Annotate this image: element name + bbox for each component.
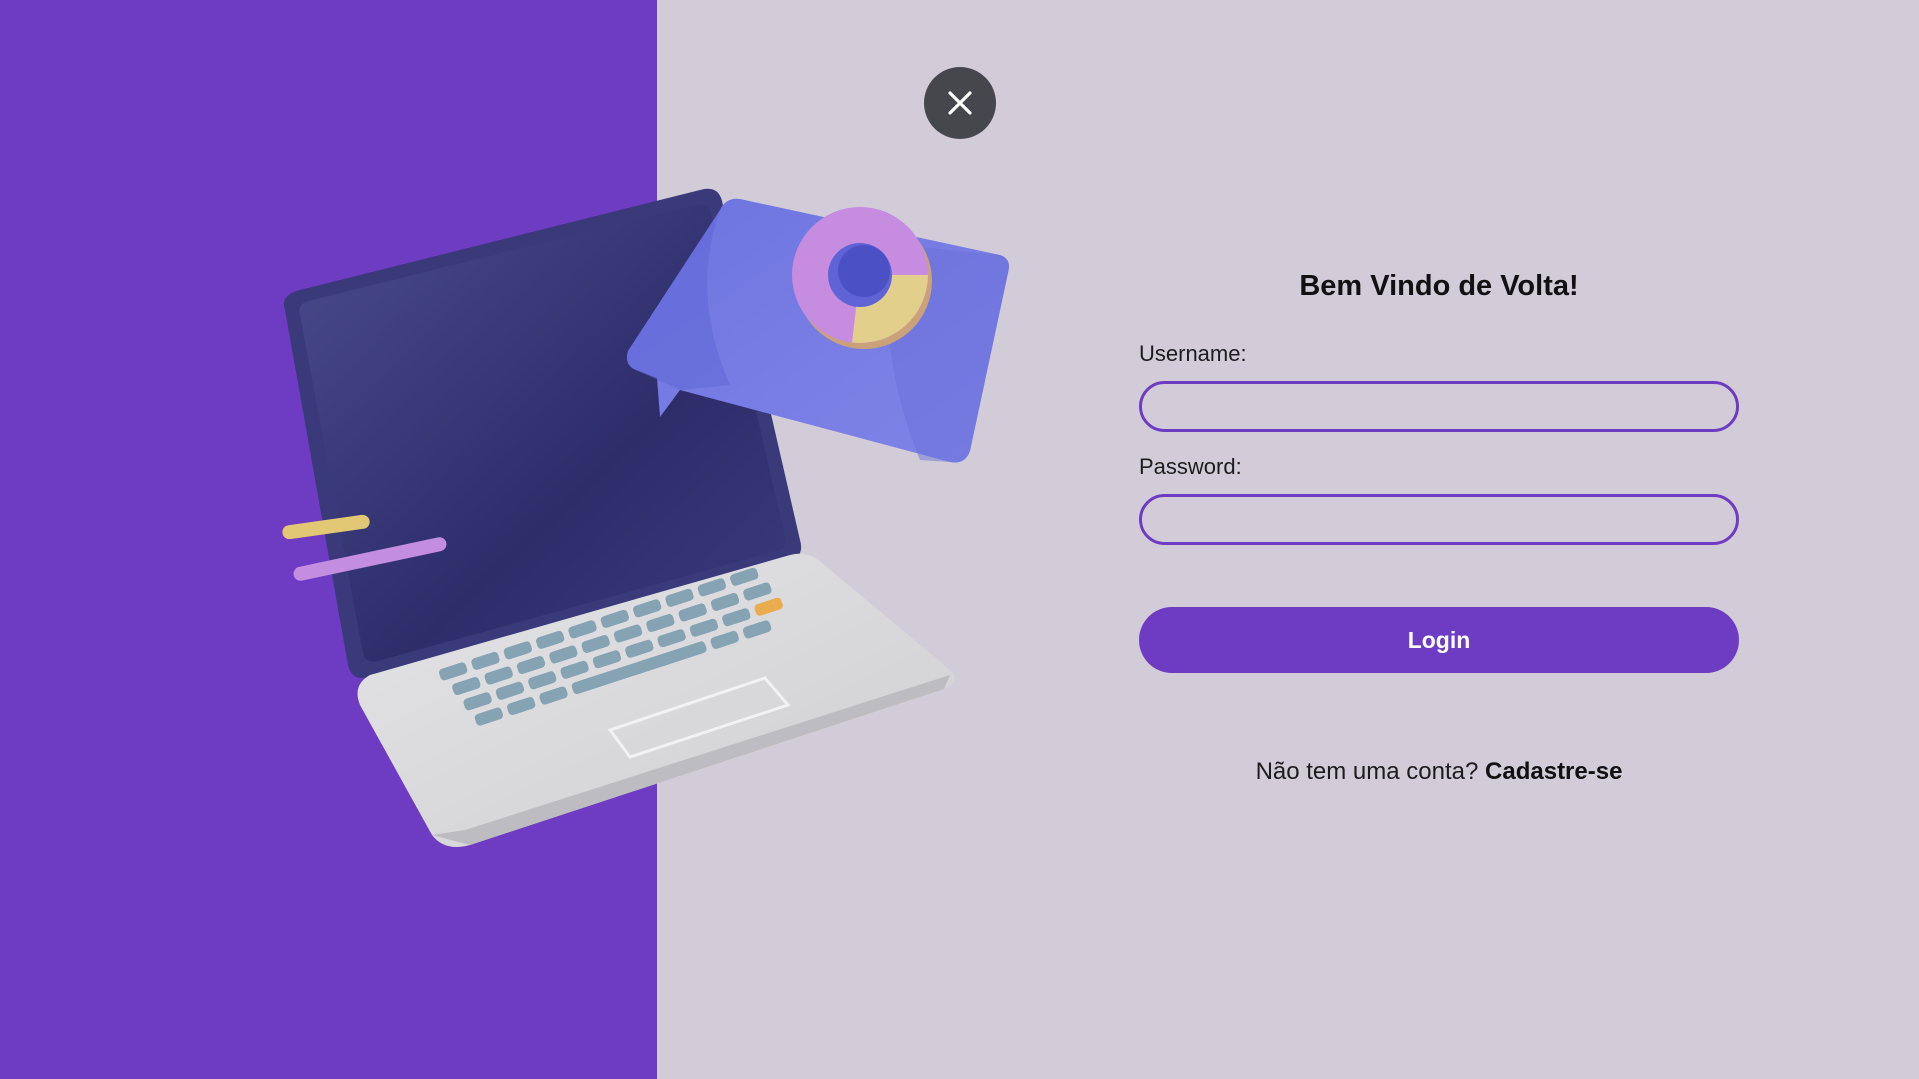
password-input[interactable] (1139, 494, 1739, 545)
close-button[interactable] (924, 67, 996, 139)
laptop-with-chart-illustration (282, 188, 1009, 848)
signup-link[interactable]: Cadastre-se (1485, 758, 1622, 785)
username-input[interactable] (1139, 381, 1739, 432)
page-title: Bem Vindo de Volta! (1299, 270, 1579, 302)
signup-row: Não tem uma conta? Cadastre-se (1139, 758, 1739, 786)
username-label: Username: (1139, 341, 1247, 366)
login-button[interactable]: Login (1139, 607, 1739, 673)
login-form: Bem Vindo de Volta! Username: Password: … (1139, 270, 1739, 786)
close-icon (948, 91, 972, 115)
login-page: Bem Vindo de Volta! Username: Password: … (0, 0, 1919, 1079)
signup-prompt: Não tem uma conta? (1255, 758, 1479, 785)
password-label: Password: (1139, 454, 1242, 479)
